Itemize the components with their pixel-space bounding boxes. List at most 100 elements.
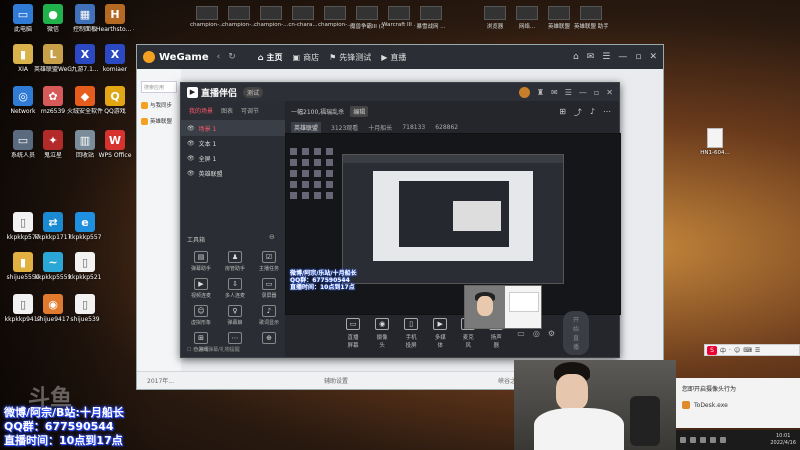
- top-shortcut[interactable]: champion-...: [190, 6, 224, 28]
- scene-item[interactable]: 👁 英雄联盟: [181, 166, 285, 181]
- toolbox-item[interactable]: ♟ 房管助手: [219, 251, 251, 272]
- sidebar-item-sync[interactable]: 与我同步: [141, 101, 177, 109]
- ime-toolbar[interactable]: S 中 · ☺ ⌨ ☰: [704, 344, 800, 356]
- scene-item[interactable]: 👁 文本 1: [181, 136, 285, 151]
- eye-icon[interactable]: 👁: [187, 140, 195, 147]
- desktop-icon[interactable]: Q QQ游戏: [96, 86, 134, 115]
- top-shortcut[interactable]: 英雄联盟 助手: [574, 6, 608, 30]
- tray-icon[interactable]: [700, 437, 706, 443]
- mail-icon[interactable]: ✉: [587, 52, 595, 62]
- maximize-icon[interactable]: ▫: [635, 52, 641, 62]
- top-shortcut[interactable]: cn-chara...: [286, 6, 320, 28]
- punct-icon[interactable]: ·: [729, 347, 731, 354]
- desktop-icon-label: kkpkkp521: [68, 274, 102, 281]
- desktop-file[interactable]: HN1-604...: [700, 128, 730, 156]
- eye-icon[interactable]: 👁: [187, 155, 195, 162]
- top-shortcut[interactable]: 英雄联盟: [542, 6, 576, 30]
- settings-icon[interactable]: ⚙: [548, 329, 555, 338]
- close-icon[interactable]: ✕: [606, 88, 613, 97]
- nav-home[interactable]: ⌂ 主页: [258, 52, 283, 63]
- desktop-icon[interactable]: ▯ shijue539: [66, 294, 104, 323]
- control-button[interactable]: ◉ 摄像头: [375, 317, 390, 349]
- toolbox-item[interactable]: ♪ 歌词显示: [253, 305, 285, 326]
- menu-icon[interactable]: ☰: [602, 52, 610, 62]
- edit-title-button[interactable]: 编辑: [350, 106, 369, 117]
- notification-toast[interactable]: 您即开启摄像头行为 ToDesk.exe: [676, 378, 800, 428]
- start-live-button[interactable]: 开始直播: [562, 311, 589, 355]
- nav-store[interactable]: ▣ 商店: [293, 52, 320, 63]
- desktop-icon[interactable]: ▯ kkpkkp521: [66, 252, 104, 281]
- tool-label: 歌词显示: [258, 320, 279, 326]
- footer-assist-settings[interactable]: 辅助设置: [324, 376, 348, 385]
- nav-live[interactable]: ▶ 直播: [381, 52, 406, 63]
- collapse-icon[interactable]: ⊖: [269, 233, 275, 241]
- tray-icon[interactable]: [710, 437, 716, 443]
- desktop-icon[interactable]: e kkpkkp557: [66, 212, 104, 241]
- top-shortcut[interactable]: 暴雪战网 ...: [414, 6, 448, 30]
- back-arrow-icon[interactable]: ‹: [217, 52, 221, 62]
- minimize-icon[interactable]: —: [618, 52, 627, 62]
- eye-icon[interactable]: 👁: [187, 170, 195, 177]
- refresh-icon[interactable]: ↻: [228, 52, 236, 62]
- tool-label: 主播任务: [258, 266, 279, 272]
- menu-icon[interactable]: ☰: [755, 347, 760, 354]
- ime-mode[interactable]: 中: [720, 346, 726, 355]
- record-icon[interactable]: ▭: [517, 329, 525, 338]
- toolbox-item[interactable]: ☺ 虚拟形象: [185, 305, 217, 326]
- desktop-icon-label: QQ游戏: [104, 108, 126, 115]
- close-icon[interactable]: ✕: [649, 52, 657, 62]
- top-shortcut[interactable]: champion-...: [254, 6, 288, 28]
- tab-scenes[interactable]: 我的场景: [189, 106, 213, 115]
- tray-icon[interactable]: [720, 437, 726, 443]
- tray-icon[interactable]: [680, 437, 686, 443]
- toolbox-item[interactable]: ☑ 主播任务: [253, 251, 285, 272]
- top-shortcut[interactable]: champion-...: [318, 6, 352, 28]
- control-button[interactable]: ▶ 多媒体: [433, 317, 448, 349]
- avatar[interactable]: [518, 86, 530, 98]
- gift-icon[interactable]: ⊞: [559, 107, 566, 118]
- top-shortcut[interactable]: 魔兽争霸III (冰封王座): [350, 6, 384, 30]
- eye-icon[interactable]: ◎: [533, 329, 540, 338]
- gift-reminder-toggle[interactable]: ☐ 已关闭弹幕/礼物提醒: [187, 346, 240, 353]
- control-button[interactable]: ▯ 手机投屏: [403, 317, 419, 349]
- eye-icon[interactable]: 👁: [187, 125, 195, 132]
- toolbox-item[interactable]: ▭ 录屏器: [253, 278, 285, 299]
- desktop-icon[interactable]: W WPS Office: [96, 130, 134, 159]
- desktop-icon[interactable]: Xkomiaer: [96, 44, 134, 73]
- toolbox-item[interactable]: ▤ 弹幕助手: [185, 251, 217, 272]
- top-shortcut[interactable]: champion-...: [222, 6, 256, 28]
- stream-category[interactable]: 英雄联盟: [291, 122, 322, 133]
- minimize-icon[interactable]: —: [579, 88, 587, 97]
- mail-icon[interactable]: ✉: [551, 88, 558, 97]
- share-icon[interactable]: ⤴: [574, 107, 582, 118]
- menu-icon[interactable]: ☰: [565, 88, 572, 97]
- tray-icon[interactable]: [690, 437, 696, 443]
- top-shortcut[interactable]: 浏览器: [478, 6, 512, 30]
- wegame-search-input[interactable]: 搜索应用: [141, 81, 177, 93]
- stream-preview[interactable]: 微博/阿宗/乐站/十月船长 QQ群：677590544 直播时间：10点到17点: [285, 133, 621, 315]
- toolbox-item[interactable]: ♀ 弹幕娘: [219, 305, 251, 326]
- gift-icon[interactable]: ⌂: [573, 52, 579, 62]
- toolbox-item[interactable]: ▶ 视频连麦: [185, 278, 217, 299]
- tab-adjustable[interactable]: 可调节: [241, 106, 259, 115]
- top-shortcut[interactable]: 网络...: [510, 6, 544, 30]
- keyboard-icon[interactable]: ⌨: [743, 347, 752, 354]
- top-shortcut[interactable]: Warcraft III ...: [382, 6, 416, 28]
- shirt-icon[interactable]: ♜: [537, 88, 544, 97]
- toolbox-item[interactable]: ⇩ 多人连麦: [219, 278, 251, 299]
- nav-pioneer[interactable]: ⚑ 先锋测试: [329, 52, 371, 63]
- clock[interactable]: 10:01 2022/4/16: [770, 433, 796, 447]
- tab-charts[interactable]: 图表: [221, 106, 233, 115]
- scene-item[interactable]: 👁 全屏 1: [181, 151, 285, 166]
- maximize-icon[interactable]: ▫: [594, 88, 599, 97]
- control-button[interactable]: ▭ 直播屏幕: [345, 317, 361, 349]
- live-companion-window[interactable]: ▶ 直播伴侣 测试 ♜ ✉ ☰ — ▫ ✕ 我的场景 图表 可调节 👁 场景 1…: [180, 82, 621, 358]
- sidebar-item-lol[interactable]: 英雄联盟: [141, 117, 177, 125]
- shortcut-label: 魔兽争霸III (冰封王座): [350, 24, 384, 30]
- bell-icon[interactable]: ♪: [590, 107, 595, 118]
- toolbox-item[interactable]: ⊕: [253, 332, 285, 353]
- scene-item[interactable]: 👁 场景 1: [181, 121, 285, 136]
- desktop-icon[interactable]: H Hearthsto... - 快捷方式: [96, 4, 134, 33]
- more-icon[interactable]: ⋯: [603, 107, 611, 118]
- emoji-icon[interactable]: ☺: [734, 347, 740, 354]
